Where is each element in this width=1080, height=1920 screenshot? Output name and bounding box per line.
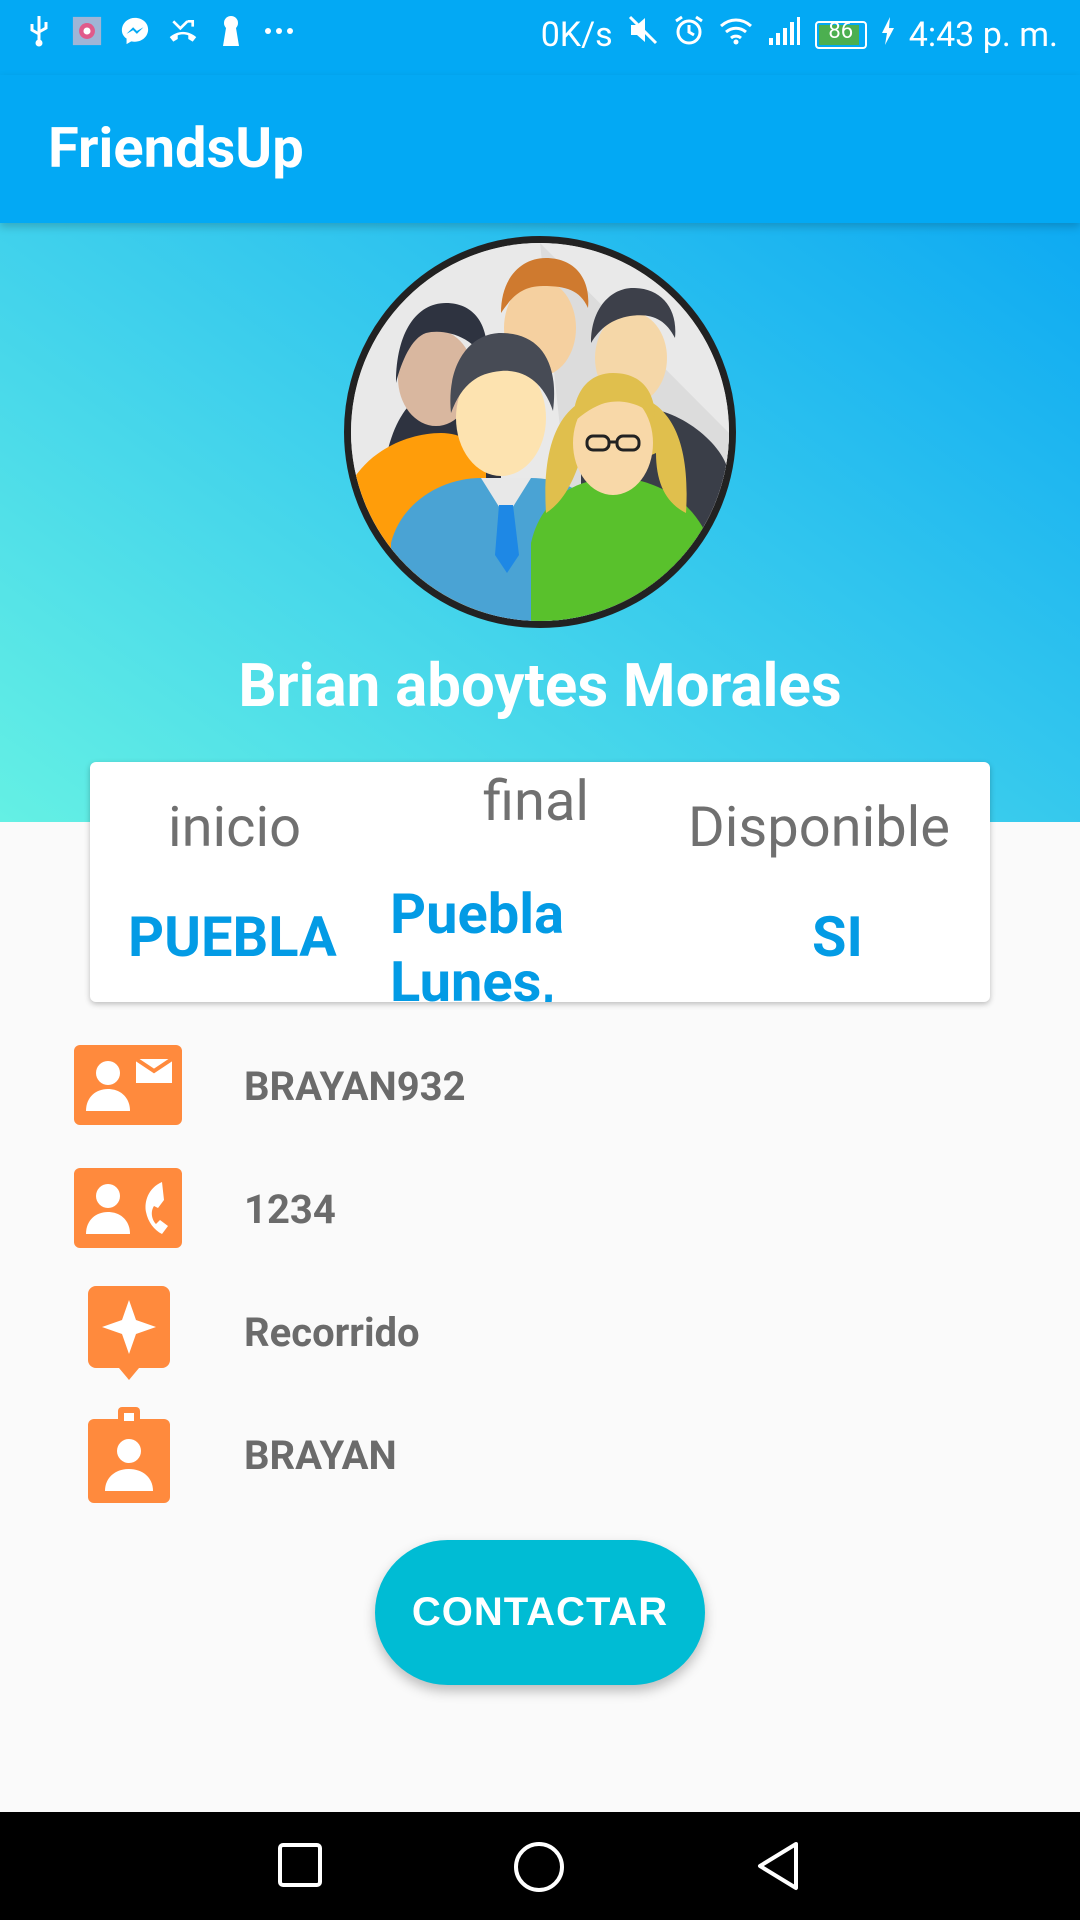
username-text: BRAYAN932 — [244, 1063, 466, 1110]
tour-row: Recorrido — [0, 1276, 1080, 1386]
messenger-icon — [120, 14, 150, 48]
signal-icon — [767, 15, 801, 55]
contact-phone-icon — [74, 1168, 182, 1248]
profile-name: Brian aboytes Morales — [238, 650, 842, 721]
keyhole-icon — [216, 14, 246, 48]
image-icon — [72, 14, 102, 48]
back-icon[interactable] — [754, 1840, 802, 1892]
available-column: Disponible SI — [688, 762, 990, 1002]
home-icon[interactable] — [512, 1840, 566, 1894]
start-label: inicio — [168, 794, 302, 860]
network-speed: 0K/s — [540, 14, 613, 55]
avatar — [344, 236, 736, 628]
recent-apps-icon[interactable] — [277, 1842, 323, 1888]
tour-text: Recorrido — [244, 1309, 420, 1356]
app-title: FriendsUp — [48, 115, 304, 181]
name-row: BRAYAN — [0, 1399, 1080, 1509]
contactar-button[interactable]: CONTACTAR — [375, 1540, 705, 1685]
more-dots-icon — [264, 14, 294, 48]
missed-call-icon — [168, 14, 198, 48]
status-system-icons: 0K/s 86 4:43 p. m. — [541, 14, 1058, 55]
badge-icon — [88, 1407, 170, 1503]
group-people-avatar — [351, 243, 729, 621]
end-value: Puebla Lunes, — [390, 881, 564, 1002]
end-label: final — [483, 768, 590, 834]
start-value: PUEBLA — [128, 904, 337, 970]
alarm-icon — [673, 14, 705, 55]
usb-icon — [24, 14, 54, 48]
app-bar: FriendsUp — [0, 75, 1080, 223]
mute-icon — [627, 14, 659, 55]
trip-summary-card: inicio PUEBLA final Puebla Lunes, Dispon… — [90, 762, 990, 1002]
battery-level: 86 — [828, 18, 854, 44]
place-star-icon — [88, 1286, 170, 1380]
contact-mail-icon — [74, 1045, 182, 1125]
navigation-bar — [0, 1812, 1080, 1920]
battery-icon: 86 — [814, 18, 867, 49]
end-column: final Puebla Lunes, — [390, 762, 690, 1002]
start-column: inicio PUEBLA — [90, 762, 390, 1002]
name-text: BRAYAN — [244, 1432, 397, 1479]
available-value: SI — [812, 904, 863, 970]
available-label: Disponible — [688, 794, 950, 860]
phone-text: 1234 — [244, 1186, 336, 1233]
username-row: BRAYAN932 — [0, 1030, 1080, 1140]
charging-icon — [881, 15, 895, 55]
status-bar: 0K/s 86 4:43 p. m. — [0, 0, 1080, 75]
wifi-icon — [719, 15, 753, 55]
status-notification-icons — [24, 14, 294, 48]
clock: 4:43 p. m. — [908, 14, 1058, 55]
phone-row: 1234 — [0, 1153, 1080, 1263]
